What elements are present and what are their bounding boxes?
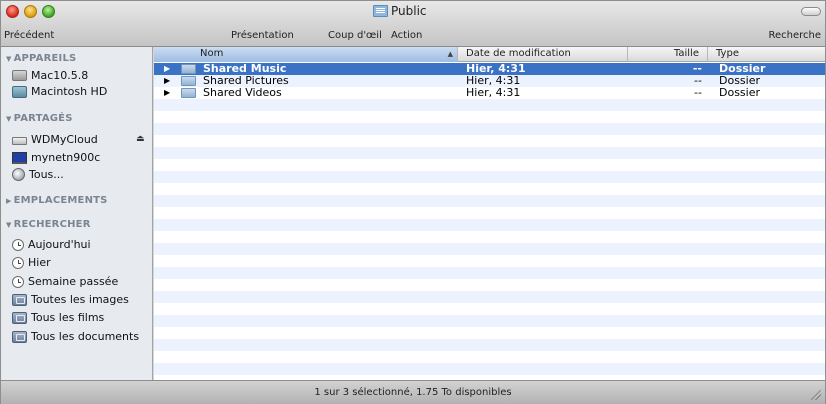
sidebar-section-shared[interactable]: ▼ PARTAGÉS (6, 113, 73, 124)
window-title: Public (373, 4, 427, 18)
sidebar-section-search[interactable]: ▼ RECHERCHER (6, 219, 91, 230)
quick-look-button[interactable]: Coup d'œil (328, 30, 382, 41)
row-stripe (154, 147, 825, 159)
smart-folder-icon (12, 293, 27, 306)
resize-grip-icon[interactable] (811, 390, 821, 400)
minimize-button[interactable] (24, 5, 37, 18)
view-button[interactable]: Présentation (231, 30, 294, 41)
row-stripe (154, 315, 825, 327)
window-title-text: Public (391, 4, 427, 18)
sidebar-item-mynetn900c[interactable]: mynetn900c (12, 151, 100, 164)
sidebar: ▼ APPAREILS Mac10.5.8 Macintosh HD ▼ PARTA… (1, 47, 153, 380)
disclosure-triangle-icon[interactable]: ▶ (164, 75, 170, 87)
action-button[interactable]: Action (391, 30, 422, 41)
folder-icon (181, 76, 196, 86)
sidebar-item-all-shared[interactable]: Tous... (12, 168, 64, 181)
table-row[interactable]: ▶ Shared Videos Hier, 4:31 -- Dossier (154, 87, 825, 99)
clock-icon (12, 275, 24, 288)
status-bar: 1 sur 3 sélectionné, 1.75 To disponibles (1, 380, 825, 404)
clock-icon (12, 238, 24, 251)
row-date: Hier, 4:31 (466, 86, 521, 99)
sidebar-section-devices[interactable]: ▼ APPAREILS (6, 53, 76, 64)
eject-icon[interactable]: ⏏ (136, 134, 145, 144)
sidebar-item-all-documents[interactable]: Tous les documents (12, 330, 139, 343)
file-list: Nom ▲ Date de modification Taille Type ▶ … (154, 47, 825, 380)
row-size: -- (694, 74, 702, 87)
row-type: Dossier (719, 86, 761, 99)
sidebar-section-places[interactable]: ▶ EMPLACEMENTS (6, 195, 108, 206)
row-stripe (154, 123, 825, 135)
row-stripe (154, 171, 825, 183)
zoom-button[interactable] (42, 5, 55, 18)
sidebar-item-wdmycloud[interactable]: WDMyCloud (12, 133, 98, 146)
row-size: -- (692, 62, 702, 75)
sidebar-item-all-movies[interactable]: Tous les films (12, 311, 104, 324)
back-button[interactable]: Précédent (4, 30, 54, 41)
disclosure-collapsed-icon[interactable]: ▶ (6, 197, 12, 205)
public-folder-icon (373, 5, 388, 17)
network-drive-icon (12, 136, 27, 145)
hard-drive-icon (12, 85, 27, 98)
sidebar-item-today[interactable]: Aujourd'hui (12, 238, 91, 251)
status-text: 1 sur 3 sélectionné, 1.75 To disponibles (314, 387, 512, 398)
disclosure-expanded-icon[interactable]: ▼ (6, 115, 12, 123)
disclosure-triangle-icon[interactable]: ▶ (164, 63, 170, 75)
row-stripe (154, 339, 825, 351)
sidebar-item-yesterday[interactable]: Hier (12, 256, 51, 269)
smart-folder-icon (12, 330, 27, 343)
sidebar-item-mac10-5-8[interactable]: Mac10.5.8 (12, 69, 88, 82)
close-button[interactable] (6, 5, 19, 18)
sidebar-item-past-week[interactable]: Semaine passée (12, 275, 118, 288)
folder-icon (181, 64, 196, 74)
row-size: -- (694, 86, 702, 99)
monitor-icon (12, 151, 27, 164)
sort-ascending-icon: ▲ (447, 50, 453, 58)
row-stripe (154, 267, 825, 279)
row-stripe (154, 99, 825, 111)
disclosure-triangle-icon[interactable]: ▶ (164, 87, 170, 99)
disclosure-expanded-icon[interactable]: ▼ (6, 221, 12, 229)
disclosure-expanded-icon[interactable]: ▼ (6, 55, 12, 63)
network-globe-icon (12, 168, 25, 181)
column-header-date[interactable]: Date de modification (458, 47, 628, 62)
search-field[interactable]: Recherche (768, 30, 821, 41)
column-header-type[interactable]: Type (708, 47, 825, 62)
disk-icon (12, 70, 27, 81)
folder-icon (181, 88, 196, 98)
column-header-name[interactable]: Nom ▲ (154, 47, 458, 62)
row-stripe (154, 363, 825, 375)
column-header-size[interactable]: Taille (628, 47, 708, 62)
sidebar-item-all-images[interactable]: Toutes les images (12, 293, 129, 306)
row-stripe (154, 291, 825, 303)
row-stripe (154, 219, 825, 231)
row-stripe (154, 243, 825, 255)
clock-icon (12, 256, 24, 269)
row-name: Shared Videos (203, 86, 282, 99)
column-header-bar: Nom ▲ Date de modification Taille Type (154, 47, 825, 62)
smart-folder-icon (12, 311, 27, 324)
finder-window: Public Précédent Présentation Coup d'œil… (0, 0, 826, 404)
row-stripe (154, 195, 825, 207)
toolbar-toggle-button[interactable] (801, 7, 821, 16)
title-toolbar-bar: Public Précédent Présentation Coup d'œil… (1, 1, 825, 47)
sidebar-item-macintosh-hd[interactable]: Macintosh HD (12, 85, 107, 98)
